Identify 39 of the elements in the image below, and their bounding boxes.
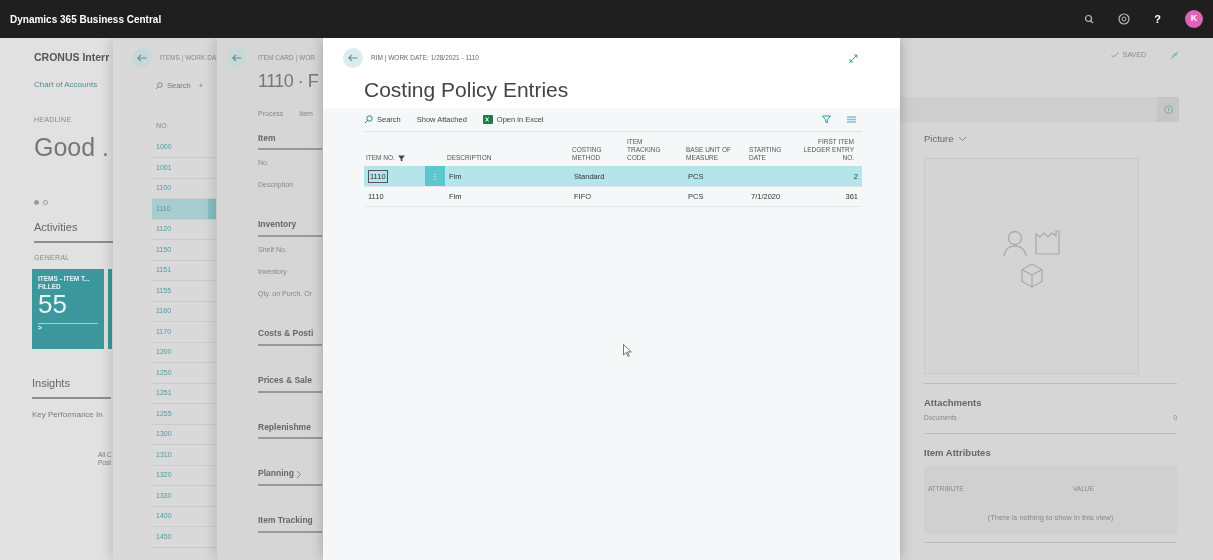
activity-tile[interactable] (108, 269, 112, 350)
page-title: 1110 · F (258, 70, 319, 93)
help-button[interactable]: ? (1154, 10, 1161, 28)
headline-text: Good . (34, 135, 110, 161)
expand-icon[interactable] (849, 53, 858, 63)
back-button[interactable] (132, 48, 152, 68)
factbox-title[interactable]: Picture (924, 131, 1177, 146)
app-title: Dynamics 365 Business Central (10, 12, 162, 27)
factbox-title: Item Attributes (924, 445, 992, 460)
back-button[interactable] (227, 48, 247, 68)
company-name[interactable]: CRONUS Interr (34, 50, 110, 66)
factory-icon (1035, 229, 1060, 255)
tile-value: 55 (38, 290, 68, 317)
dialog-title: Costing Policy Entries (364, 77, 570, 103)
pager-dot[interactable] (34, 200, 39, 206)
cube-icon (1020, 262, 1043, 288)
search-icon (155, 81, 163, 90)
chevron-icon (957, 135, 967, 142)
back-button[interactable] (343, 48, 363, 68)
factbox-title: Attachments (924, 395, 983, 410)
search-icon[interactable] (1084, 14, 1095, 24)
settings-icon[interactable] (1118, 13, 1131, 25)
cursor-icon (623, 344, 632, 357)
filter-icon[interactable] (822, 115, 831, 124)
search-icon (364, 115, 373, 124)
section-title: Insights (32, 375, 111, 399)
collapse-icon[interactable] (1170, 50, 1179, 60)
back-arrow-icon (232, 54, 242, 62)
avatar[interactable]: K (1185, 10, 1203, 28)
spreadsheet-icon (482, 115, 493, 124)
person-icon (1003, 229, 1027, 257)
list-view-icon[interactable] (847, 116, 856, 123)
kpi-title: Key Performance In (32, 408, 103, 421)
check-icon (1110, 52, 1119, 59)
nav-link[interactable]: Chart of Accounts (34, 78, 98, 91)
info-icon (1163, 104, 1173, 114)
back-arrow-icon (348, 54, 358, 62)
back-arrow-icon (137, 54, 147, 62)
info-button[interactable] (1157, 96, 1179, 122)
